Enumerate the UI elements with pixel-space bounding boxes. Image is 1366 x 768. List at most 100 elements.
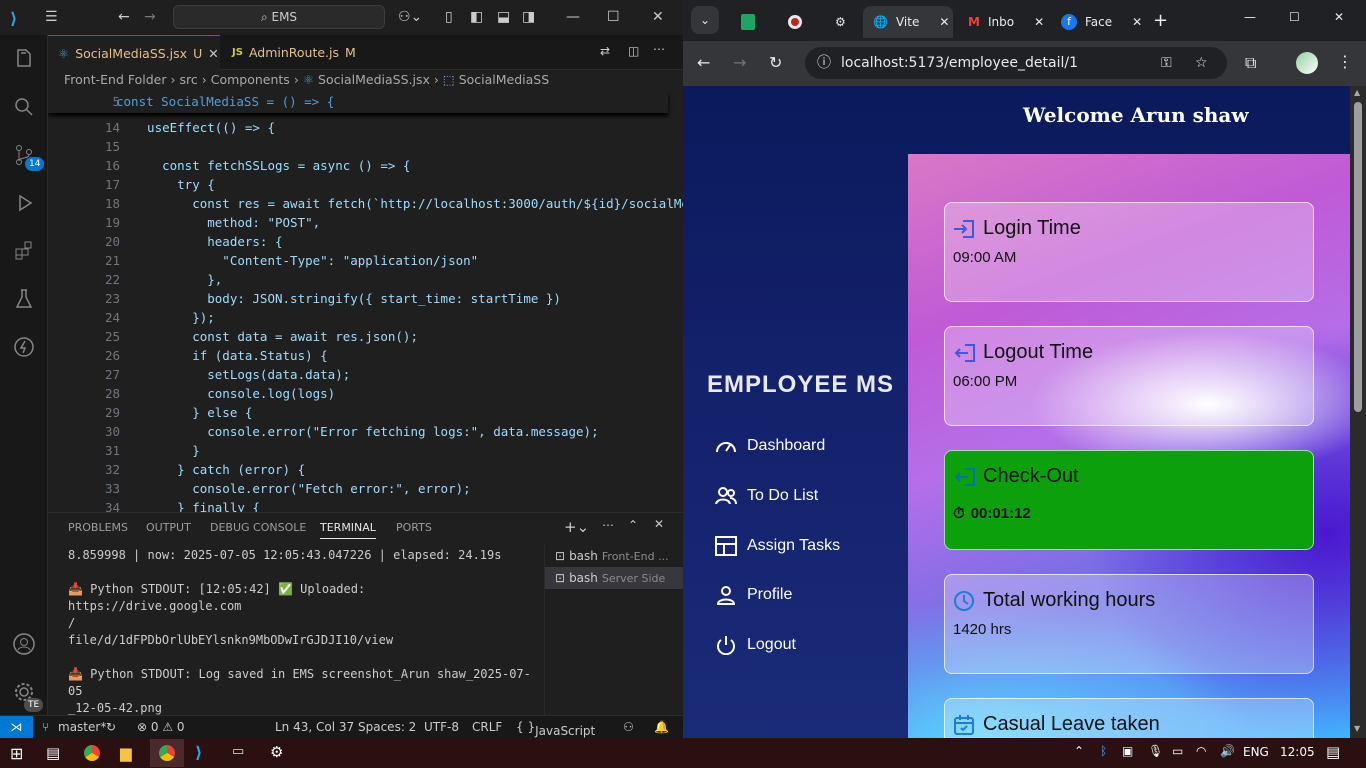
chevron-up-icon[interactable]: ⌃: [1074, 744, 1084, 758]
git-branch[interactable]: master*: [58, 720, 106, 734]
cursor-position[interactable]: Ln 43, Col 37: [275, 720, 354, 734]
nav-todo-list[interactable]: To Do List: [715, 486, 818, 506]
more-actions-icon[interactable]: ⋯: [653, 42, 665, 56]
close-tab-icon[interactable]: ✕: [939, 15, 949, 29]
sync-icon[interactable]: ↻: [106, 720, 116, 734]
site-info-icon[interactable]: ⓘ: [817, 47, 831, 79]
file-explorer-icon[interactable]: ▆: [120, 744, 132, 762]
accounts-icon[interactable]: [0, 620, 48, 668]
breadcrumb-item[interactable]: src: [179, 72, 197, 87]
minimize-icon[interactable]: —: [566, 9, 580, 25]
new-tab-icon[interactable]: +: [1153, 10, 1168, 31]
open-changes-icon[interactable]: ⇄: [600, 44, 610, 58]
breadcrumb-item[interactable]: SocialMediaSS.jsx: [318, 72, 430, 87]
toggle-sidebar-icon[interactable]: ◧: [470, 9, 483, 25]
indentation[interactable]: Spaces: 2: [358, 720, 416, 734]
close-panel-icon[interactable]: ✕: [654, 517, 664, 531]
device-icon[interactable]: ▣: [1122, 744, 1133, 758]
scrollbar-thumb[interactable]: [1354, 102, 1362, 412]
back-icon[interactable]: ←: [118, 9, 130, 25]
extensions-icon[interactable]: [0, 227, 48, 275]
language-mode[interactable]: { } JavaScript JSX: [516, 720, 595, 752]
terminal-item[interactable]: ⊡ bash Server Side: [545, 567, 683, 589]
terminal-item[interactable]: ⊡ bash Front-End ...: [545, 545, 683, 567]
tab-adminroute[interactable]: JS AdminRoute.js M: [222, 35, 366, 70]
battery-icon[interactable]: ▭: [1172, 744, 1183, 758]
notifications-icon[interactable]: 🔔: [654, 720, 669, 734]
line-ending[interactable]: CRLF: [472, 720, 502, 734]
page-scrollbar[interactable]: ▲ ▼: [1350, 86, 1366, 738]
nav-assign-tasks[interactable]: Assign Tasks: [715, 536, 840, 556]
tab-socialmediass[interactable]: ⚛ SocialMediaSS.jsx U ✕: [48, 35, 220, 70]
vscode-taskbar-icon[interactable]: ⟩: [195, 743, 202, 762]
code-editor[interactable]: 5 const SocialMediaSS = () => { 14 useEf…: [48, 92, 683, 512]
browser-tab[interactable]: ⚙: [825, 6, 846, 38]
problems-count[interactable]: ⊗ 0 ⚠ 0: [137, 720, 185, 734]
password-key-icon[interactable]: ⚿: [1161, 47, 1172, 79]
forward-icon[interactable]: →: [144, 9, 156, 25]
task-view-icon[interactable]: ▤: [46, 744, 60, 762]
explorer-icon[interactable]: [0, 35, 48, 83]
close-tab-icon[interactable]: ✕: [1034, 15, 1044, 29]
bookmark-star-icon[interactable]: ☆: [1195, 47, 1208, 79]
breadcrumb-item[interactable]: Components: [211, 72, 290, 87]
extensions-icon[interactable]: ⧉: [1245, 53, 1256, 73]
settings-gear-icon[interactable]: TE: [0, 668, 48, 716]
windows-start-icon[interactable]: ⊞: [10, 744, 23, 763]
search-activity-icon[interactable]: [0, 83, 48, 131]
input-language[interactable]: ENG: [1243, 745, 1269, 759]
toggle-panel-icon[interactable]: ⬓: [497, 9, 510, 25]
browser-tab-vite[interactable]: 🌐 Vite ✕: [863, 6, 953, 38]
settings-icon[interactable]: ⚙: [270, 743, 283, 761]
thunder-client-icon[interactable]: [0, 323, 48, 371]
breadcrumb-item[interactable]: Front-End Folder: [64, 72, 166, 87]
close-tab-icon[interactable]: ✕: [208, 46, 218, 61]
browser-tab-facebook[interactable]: f Face ✕: [1051, 6, 1142, 38]
browser-tab[interactable]: [731, 6, 755, 38]
check-out-card[interactable]: Check-Out ⏱ 00:01:12: [944, 450, 1314, 550]
new-terminal-icon[interactable]: +⌄: [564, 518, 589, 536]
clock[interactable]: 12:05: [1280, 745, 1315, 759]
toggle-secondary-sidebar-icon[interactable]: ◨: [522, 9, 535, 25]
maximize-icon[interactable]: ☐: [607, 9, 620, 25]
back-icon[interactable]: ←: [697, 53, 710, 72]
microphone-icon[interactable]: 🎙: [1148, 744, 1163, 758]
tab-ports[interactable]: PORTS: [396, 521, 432, 534]
notification-center-icon[interactable]: ▤: [1326, 743, 1340, 761]
address-bar[interactable]: ⓘ localhost:5173/employee_detail/1 ⚿ ☆: [805, 47, 1227, 79]
menu-icon[interactable]: ☰: [45, 9, 58, 25]
nav-dashboard[interactable]: Dashboard: [715, 436, 825, 456]
terminal-app-icon[interactable]: ▭: [232, 744, 244, 759]
remote-icon[interactable]: ⋊: [0, 716, 33, 739]
tab-terminal[interactable]: TERMINAL: [320, 521, 376, 539]
reload-icon[interactable]: ↻: [769, 53, 782, 72]
wifi-icon[interactable]: ◠: [1196, 744, 1206, 758]
scroll-down-icon[interactable]: ▼: [1354, 724, 1360, 733]
nav-logout[interactable]: Logout: [715, 635, 796, 655]
scroll-up-icon[interactable]: ▲: [1354, 88, 1360, 97]
tab-problems[interactable]: PROBLEMS: [68, 521, 128, 534]
command-center[interactable]: ⌕ EMS: [173, 5, 385, 29]
breadcrumb-item[interactable]: SocialMediaSS: [459, 72, 549, 87]
testing-icon[interactable]: [0, 275, 48, 323]
browser-tab-inbox[interactable]: M Inbo ✕: [958, 6, 1044, 38]
maximize-panel-icon[interactable]: ⌃: [628, 518, 638, 532]
maximize-icon[interactable]: ☐: [1289, 10, 1300, 24]
tab-search-icon[interactable]: ⌄: [691, 6, 719, 34]
minimize-icon[interactable]: —: [1244, 10, 1256, 24]
split-editor-icon[interactable]: ◫: [628, 44, 639, 58]
chrome-icon[interactable]: [84, 745, 100, 761]
copilot-icon[interactable]: ⚇⌄: [398, 9, 422, 25]
bluetooth-icon[interactable]: ᛒ: [1100, 744, 1107, 758]
forward-icon[interactable]: →: [733, 53, 746, 72]
run-debug-icon[interactable]: [0, 179, 48, 227]
layout-icon[interactable]: ▯: [445, 9, 453, 25]
chrome-menu-icon[interactable]: ⋮: [1337, 52, 1353, 71]
sticky-scroll[interactable]: 5 const SocialMediaSS = () => {: [48, 92, 668, 113]
close-tab-icon[interactable]: ✕: [1132, 15, 1142, 29]
browser-tab[interactable]: [778, 6, 802, 38]
encoding[interactable]: UTF-8: [424, 720, 459, 734]
volume-icon[interactable]: 🔊: [1220, 744, 1235, 758]
close-window-icon[interactable]: ✕: [1334, 10, 1344, 24]
tab-output[interactable]: OUTPUT: [146, 521, 191, 534]
